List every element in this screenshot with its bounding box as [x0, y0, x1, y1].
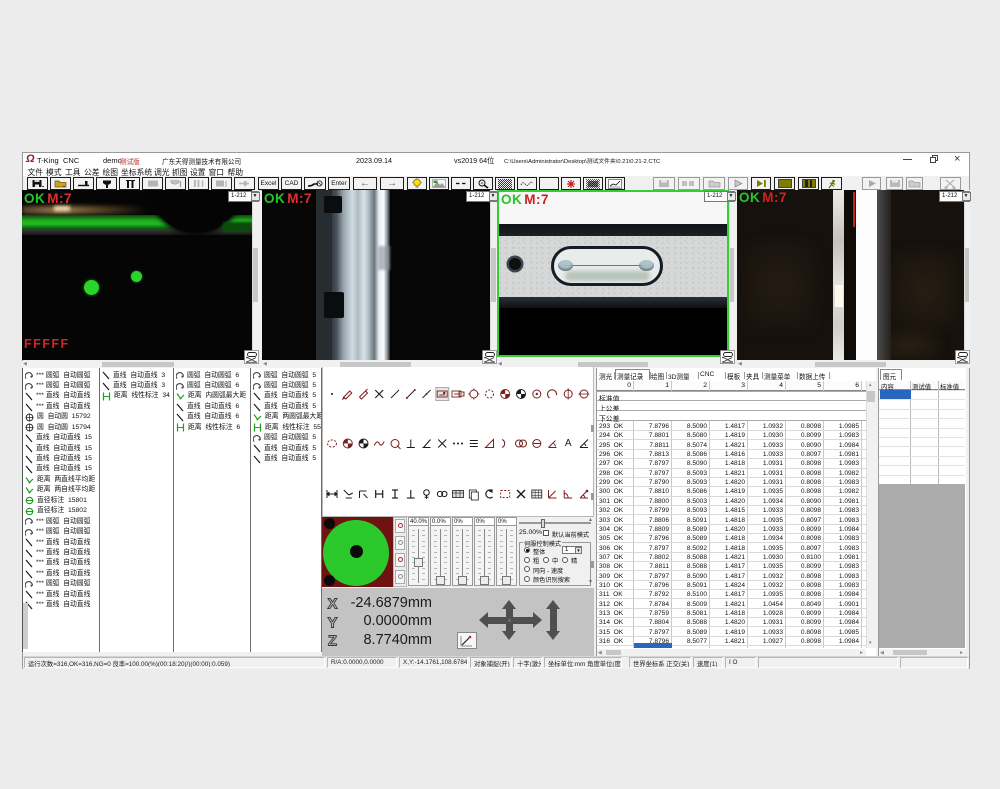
svg-text:Y: Y: [327, 615, 337, 630]
svg-text:X: X: [327, 596, 337, 611]
svg-text:A: A: [565, 438, 572, 449]
svg-text:Z: Z: [328, 633, 337, 648]
